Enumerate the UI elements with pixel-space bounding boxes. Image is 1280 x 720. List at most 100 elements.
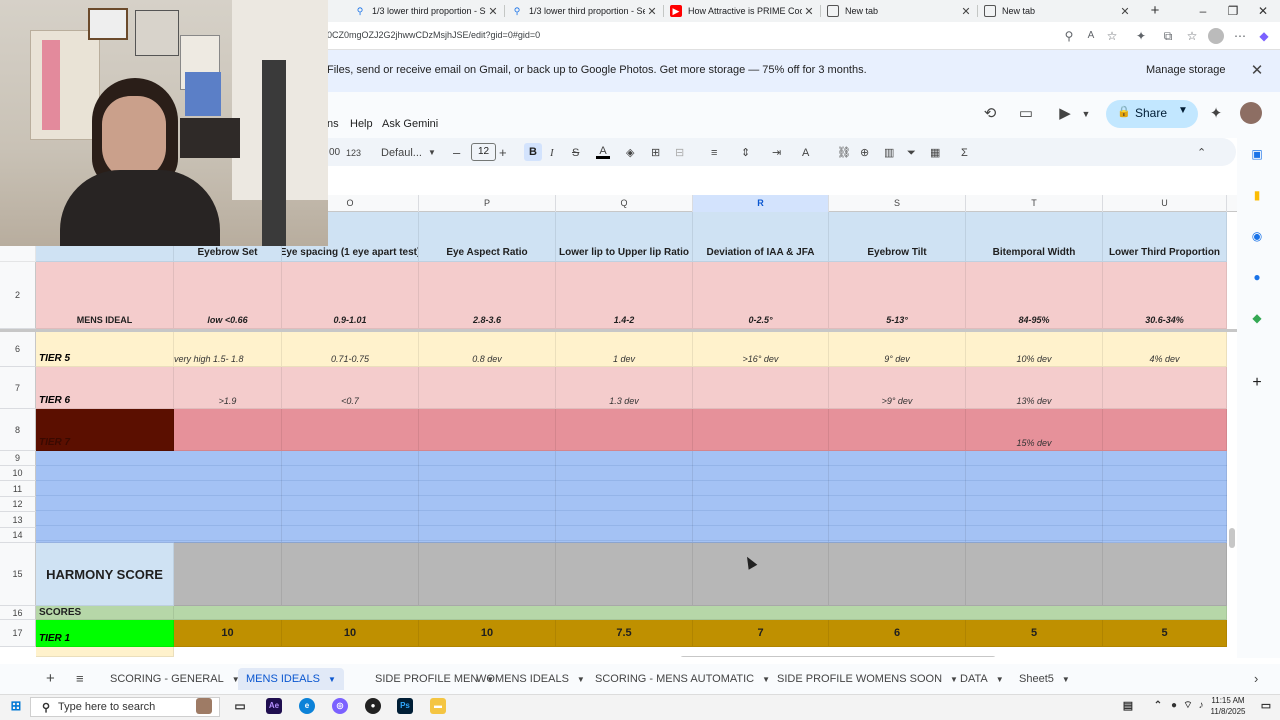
tier-cell[interactable] [174, 409, 282, 451]
mens-ideal-label[interactable]: MENS IDEAL [36, 262, 174, 329]
explore-icon[interactable]: › [1246, 668, 1266, 690]
tier-label[interactable]: TIER 5 [36, 332, 174, 367]
tier-cell[interactable]: 1.3 dev [556, 367, 693, 409]
photoshop-icon[interactable]: Ps [397, 698, 413, 714]
column-header-Q[interactable]: Q [556, 195, 693, 212]
split-screen-icon[interactable]: ⧉ [1160, 28, 1176, 44]
header-cell[interactable]: Bitemporal Width [966, 212, 1103, 262]
borders-icon[interactable]: ⊞ [651, 145, 660, 161]
close-icon[interactable]: ✕ [486, 5, 500, 18]
tier-cell[interactable]: very high 1.5- 1.8 [174, 332, 282, 367]
profile-icon[interactable] [1208, 28, 1224, 44]
tier-label[interactable]: TIER 1 [36, 620, 174, 647]
harmony-cell[interactable] [966, 543, 1103, 606]
comments-icon[interactable]: ▭ [1016, 104, 1036, 124]
file-explorer-icon[interactable]: ▬ [430, 698, 446, 714]
row-number[interactable]: 14 [0, 528, 36, 543]
chart-icon[interactable]: ▥ [884, 145, 894, 161]
score-cell[interactable]: 5 [1103, 620, 1227, 647]
add-sheet-icon[interactable]: + [38, 668, 63, 690]
collapse-toolbar-icon[interactable]: ⌃ [1197, 145, 1206, 161]
harmony-score-label[interactable]: HARMONY SCORE [36, 543, 174, 606]
tier-cell[interactable]: >1.9 [174, 367, 282, 409]
increase-font-button[interactable]: + [499, 145, 507, 161]
row-number[interactable]: 8 [0, 409, 36, 451]
row-number[interactable]: 17 [0, 620, 36, 647]
taskbar-search-placeholder[interactable]: Type here to search [58, 701, 155, 713]
strikethrough-icon[interactable]: S [572, 145, 579, 161]
all-sheets-icon[interactable]: ≡ [68, 668, 92, 690]
ideal-cell[interactable]: 2.8-3.6 [419, 262, 556, 329]
more-icon[interactable]: ⋯ [1232, 28, 1248, 44]
harmony-cell[interactable] [174, 543, 282, 606]
scores-label[interactable]: SCORES [36, 606, 174, 620]
task-view-icon[interactable]: ▭ [232, 698, 248, 714]
merge-cells-icon[interactable]: ⊟ [675, 145, 684, 161]
horizontal-scrollbar[interactable] [680, 656, 996, 657]
score-cell[interactable]: 5 [966, 620, 1103, 647]
row-number[interactable]: 10 [0, 466, 36, 481]
tier-cell[interactable] [419, 367, 556, 409]
recording-app-icon[interactable]: ● [365, 698, 381, 714]
tier-label[interactable]: TIER 6 [36, 367, 174, 409]
score-cell[interactable]: 7.5 [556, 620, 693, 647]
menu-extensions-fragment[interactable]: ns [327, 118, 339, 130]
taskbar-clock[interactable]: 11:15 AM 11/8/2025 [1205, 695, 1251, 717]
row-number[interactable]: 9 [0, 451, 36, 466]
tab-close-fragment[interactable]: ✕ [334, 1, 342, 21]
maps-icon[interactable]: ◆ [1249, 310, 1265, 326]
add-addon-icon[interactable]: + [1249, 375, 1265, 391]
keep-icon[interactable]: ▮ [1249, 187, 1265, 203]
close-icon[interactable]: ✕ [1249, 61, 1265, 79]
row-number[interactable]: 6 [0, 332, 36, 367]
header-cell[interactable]: Lower Third Proportion [1103, 212, 1227, 262]
spreadsheet-grid[interactable]: O P Q R S T U Eyebrow Set Eye spacing (1… [0, 193, 1237, 657]
filter-icon[interactable]: ⏷ [907, 145, 916, 161]
row-number[interactable]: 2 [0, 262, 36, 329]
tier-cell[interactable]: >9° dev [829, 367, 966, 409]
minimize-icon[interactable]: – [1188, 2, 1218, 20]
tier-cell[interactable] [419, 409, 556, 451]
ideal-cell[interactable]: 1.4-2 [556, 262, 693, 329]
sheet-tab[interactable]: WOMENS IDEALS ▼ [468, 668, 593, 690]
tier-cell[interactable]: <0.7 [282, 367, 419, 409]
harmony-cell[interactable] [693, 543, 829, 606]
row-number[interactable]: 16 [0, 606, 36, 620]
header-cell[interactable]: Lower lip to Upper lip Ratio [556, 212, 693, 262]
fill-color-icon[interactable]: ◈ [626, 145, 634, 161]
row-number[interactable]: 15 [0, 543, 36, 606]
favorites-icon[interactable]: ☆ [1184, 28, 1200, 44]
menu-help[interactable]: Help [350, 118, 373, 130]
functions-icon[interactable]: Σ [961, 145, 968, 161]
tier-cell[interactable]: 4% dev [1103, 332, 1227, 367]
score-cell[interactable]: 7 [693, 620, 829, 647]
number-format-button[interactable]: 123 [346, 145, 361, 161]
extensions-icon[interactable]: ✦ [1133, 28, 1149, 44]
read-aloud-icon[interactable]: A [1083, 28, 1099, 44]
ideal-cell[interactable]: 0-2.5° [693, 262, 829, 329]
tier-label[interactable]: TIER 7 [36, 409, 174, 451]
windows-start-icon[interactable]: ⊞ [8, 698, 24, 714]
url-text[interactable]: 0CZ0mgOZJ2G2jhwwCDzMsjhJSE/edit?gid=0#gi… [327, 30, 540, 40]
decimal-fragment[interactable]: 00 [329, 145, 340, 161]
tier-cell[interactable] [1103, 409, 1227, 451]
meet-icon[interactable]: ▶ [1055, 104, 1075, 124]
contacts-icon[interactable]: ● [1249, 269, 1265, 285]
link-icon[interactable]: ⛓ [837, 145, 851, 161]
wrap-icon[interactable]: ⇥ [772, 145, 781, 161]
sheet-tab[interactable]: SCORING - MENS AUTOMATIC ▼ [587, 668, 778, 690]
tier-cell[interactable]: 10% dev [966, 332, 1103, 367]
tier-cell[interactable] [693, 367, 829, 409]
decrease-font-button[interactable]: – [453, 145, 460, 161]
column-header-U[interactable]: U [1103, 195, 1227, 212]
avatar[interactable] [1240, 102, 1262, 124]
scores-row[interactable] [174, 606, 1227, 620]
edge-icon[interactable]: e [299, 698, 315, 714]
vertical-scrollbar[interactable] [1229, 528, 1235, 548]
font-family-select[interactable]: Defaul... [381, 145, 422, 161]
new-tab-icon[interactable]: + [1140, 2, 1170, 20]
table-view-icon[interactable]: ▦ [930, 145, 940, 161]
after-effects-icon[interactable]: Ae [266, 698, 282, 714]
tier-cell[interactable] [1103, 367, 1227, 409]
tier-cell[interactable]: 13% dev [966, 367, 1103, 409]
